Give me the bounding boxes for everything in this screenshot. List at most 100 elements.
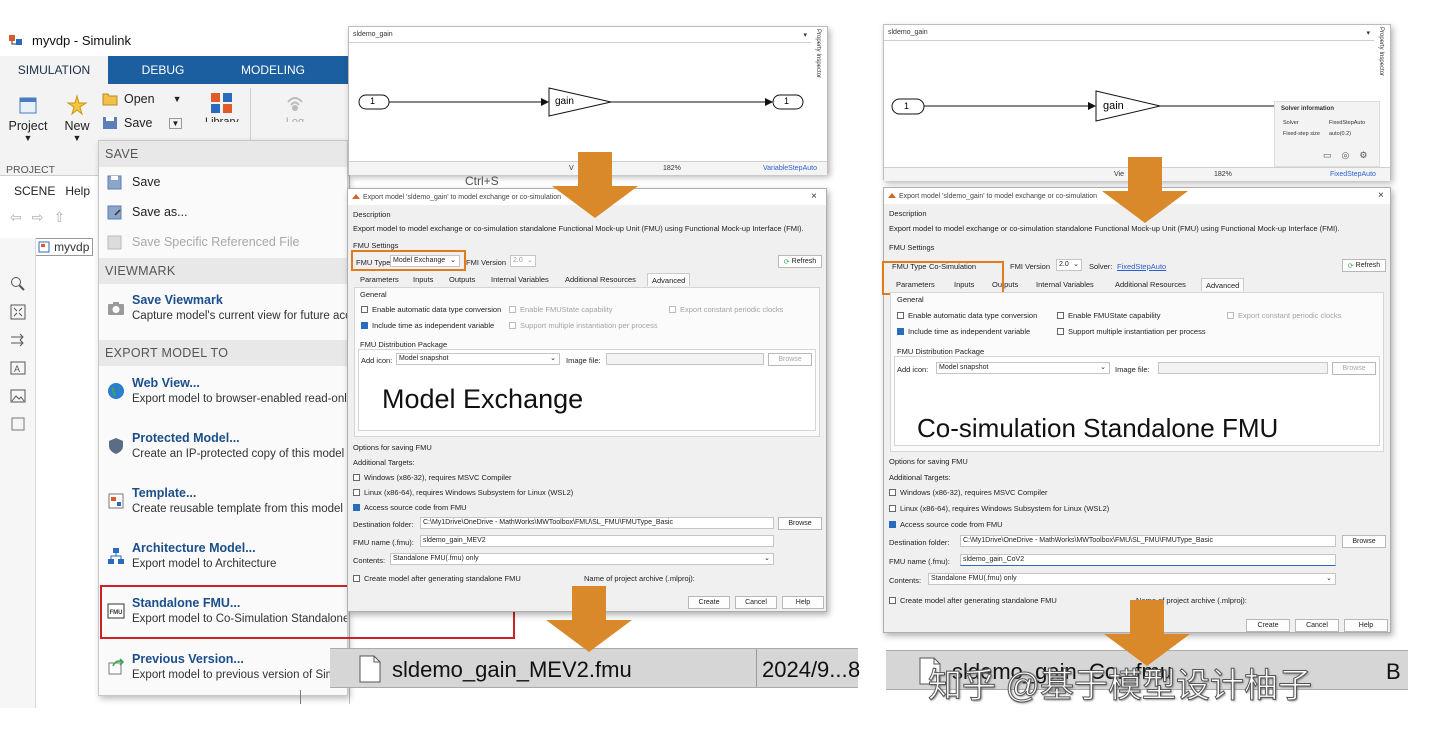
menu-item-previous-version[interactable]: Previous Version... Export model to previ… [107,652,347,695]
menu-item-protected-model[interactable]: Protected Model... Create an IP-protected… [107,431,347,475]
monitor-icon[interactable]: ▭ [1323,150,1332,161]
area-icon[interactable] [10,416,26,432]
add-icon-select[interactable]: Model snapshot ⌄ [396,353,560,365]
settings-icon[interactable]: ◎ [1342,150,1350,161]
cancel-button[interactable]: Cancel [1295,619,1339,632]
access-source-option[interactable]: Access source code from FMU [889,520,1003,529]
fmustate-option[interactable]: Enable FMUState capability [1057,311,1161,320]
fmu-name-input[interactable]: sldemo_gain_CoV2 [960,554,1336,566]
create-button[interactable]: Create [1246,619,1290,632]
model-breadcrumb[interactable]: myvdp [34,238,94,256]
up-icon[interactable]: ⇧ [53,209,65,226]
browse-destination-button[interactable]: Browse [778,517,822,530]
menu-item-web-view[interactable]: Web View... Export model to browser-enabl… [107,376,347,420]
tab-scene[interactable]: SCENE [14,184,55,198]
zoom-icon[interactable] [10,276,26,292]
help-button[interactable]: Help [1344,619,1388,632]
property-inspector-tab[interactable]: Property Inspector [815,29,821,78]
back-icon[interactable]: ⇦ [10,209,22,226]
browse-icon-button[interactable]: Browse [1332,362,1376,375]
create-model-checkbox[interactable] [353,575,360,582]
open-button[interactable]: Open ▼ [102,92,182,106]
forward-icon[interactable]: ⇨ [32,209,44,226]
image-file-input[interactable] [1158,362,1328,374]
tab-additional-resources[interactable]: Additional Resources [565,273,636,286]
destination-input[interactable]: C:\My1Drive\OneDrive - MathWorks\MWToolb… [960,535,1336,547]
auto-type-checkbox[interactable] [897,312,904,319]
browse-destination-button[interactable]: Browse [1342,535,1386,548]
create-model-checkbox[interactable] [889,597,896,604]
target-windows-option[interactable]: Windows (x86-32), requires MSVC Compiler [889,488,1048,497]
contents-select[interactable]: Standalone FMU(.fmu) only ⌄ [390,553,774,565]
fit-view-icon[interactable] [10,304,26,320]
target-windows-option[interactable]: Windows (x86-32), requires MSVC Compiler [353,473,512,482]
image-file-input[interactable] [606,353,764,365]
multi-checkbox[interactable] [1057,328,1064,335]
help-button[interactable]: Help [782,596,824,609]
auto-type-option[interactable]: Enable automatic data type conversion [897,311,1037,320]
menu-item-save-as[interactable]: Save as... [107,201,347,223]
tab-advanced[interactable]: Advanced [647,273,691,286]
close-icon[interactable]: × [811,191,817,202]
auto-type-option[interactable]: Enable automatic data type conversion [361,305,501,314]
chevron-down-icon[interactable]: ▼ [168,117,183,129]
chevron-down-icon[interactable]: ▾ [1366,29,1370,37]
output-file-left[interactable]: sldemo_gain_MEV2.fmu 2024/9... 8 [330,648,860,688]
target-linux-option[interactable]: Linux (x86-64), requires Windows Subsyst… [353,488,573,497]
destination-input[interactable]: C:\My1Drive\OneDrive - MathWorks\MWToolb… [420,517,774,529]
tab-debug[interactable]: DEBUG [108,56,218,84]
tab-advanced[interactable]: Advanced [1201,278,1245,291]
fmustate-checkbox[interactable] [1057,312,1064,319]
log-button[interactable]: Log [282,92,308,122]
refresh-button[interactable]: ⟳ Refresh [1342,259,1386,272]
access-source-checkbox[interactable] [889,521,896,528]
time-option[interactable]: Include time as independent variable [897,327,1030,336]
target-windows-checkbox[interactable] [889,489,896,496]
fmi-version-select[interactable]: 2.0 ⌄ [1056,259,1082,271]
menu-item-save[interactable]: Save [107,171,347,193]
auto-type-checkbox[interactable] [361,306,368,313]
time-checkbox[interactable] [897,328,904,335]
multi-option[interactable]: Support multiple instantiation per proce… [1057,327,1206,336]
cancel-button[interactable]: Cancel [735,596,777,609]
target-linux-checkbox[interactable] [353,489,360,496]
browse-icon-button[interactable]: Browse [768,353,812,366]
property-inspector-tab[interactable]: Property Inspector [1378,27,1384,76]
save-button[interactable]: Save ▼ [102,116,183,130]
tab-internal-variables[interactable]: Internal Variables [491,273,549,286]
solver-link[interactable]: VariableStepAuto [763,165,817,172]
tab-inputs[interactable]: Inputs [413,273,433,286]
image-icon[interactable] [10,388,26,404]
time-checkbox[interactable] [361,322,368,329]
menu-item-save-viewmark[interactable]: Save Viewmark Capture model's current vie… [107,293,347,333]
project-button[interactable]: Project ▼ [3,94,53,143]
close-icon[interactable]: × [1378,190,1384,201]
refresh-button[interactable]: ⟳ Refresh [778,255,822,268]
menu-item-architecture-model[interactable]: Architecture Model... Export model to Arc… [107,541,347,585]
access-source-checkbox[interactable] [353,504,360,511]
new-button[interactable]: New ▼ [53,94,101,143]
create-button[interactable]: Create [688,596,730,609]
chevron-down-icon[interactable]: ▾ [803,31,807,39]
time-option[interactable]: Include time as independent variable [361,321,494,330]
tab-outputs[interactable]: Outputs [449,273,475,286]
target-linux-checkbox[interactable] [889,505,896,512]
tab-parameters[interactable]: Parameters [360,273,399,286]
menu-item-template[interactable]: Template... Create reusable template from… [107,486,347,530]
create-model-option[interactable]: Create model after generating standalone… [353,574,521,583]
target-windows-checkbox[interactable] [353,474,360,481]
add-icon-select[interactable]: Model snapshot ⌄ [936,362,1110,374]
solver-link[interactable]: FixedStepAuto [1117,262,1166,271]
fmi-version-select[interactable]: 2.0 ⌄ [510,255,536,267]
tab-help[interactable]: Help [65,184,90,198]
fmu-name-input[interactable]: sldemo_gain_MEV2 [420,535,774,547]
library-button[interactable]: Library [205,92,239,122]
create-model-option[interactable]: Create model after generating standalone… [889,596,1057,605]
gear-icon[interactable]: ⚙ [1359,150,1367,161]
arrows-icon[interactable] [10,332,26,348]
access-source-option[interactable]: Access source code from FMU [353,503,467,512]
tab-internal-variables[interactable]: Internal Variables [1036,278,1094,291]
solver-link[interactable]: FixedStepAuto [1330,171,1376,178]
tab-modeling[interactable]: MODELING [218,56,328,84]
annotation-icon[interactable]: A [10,360,26,376]
